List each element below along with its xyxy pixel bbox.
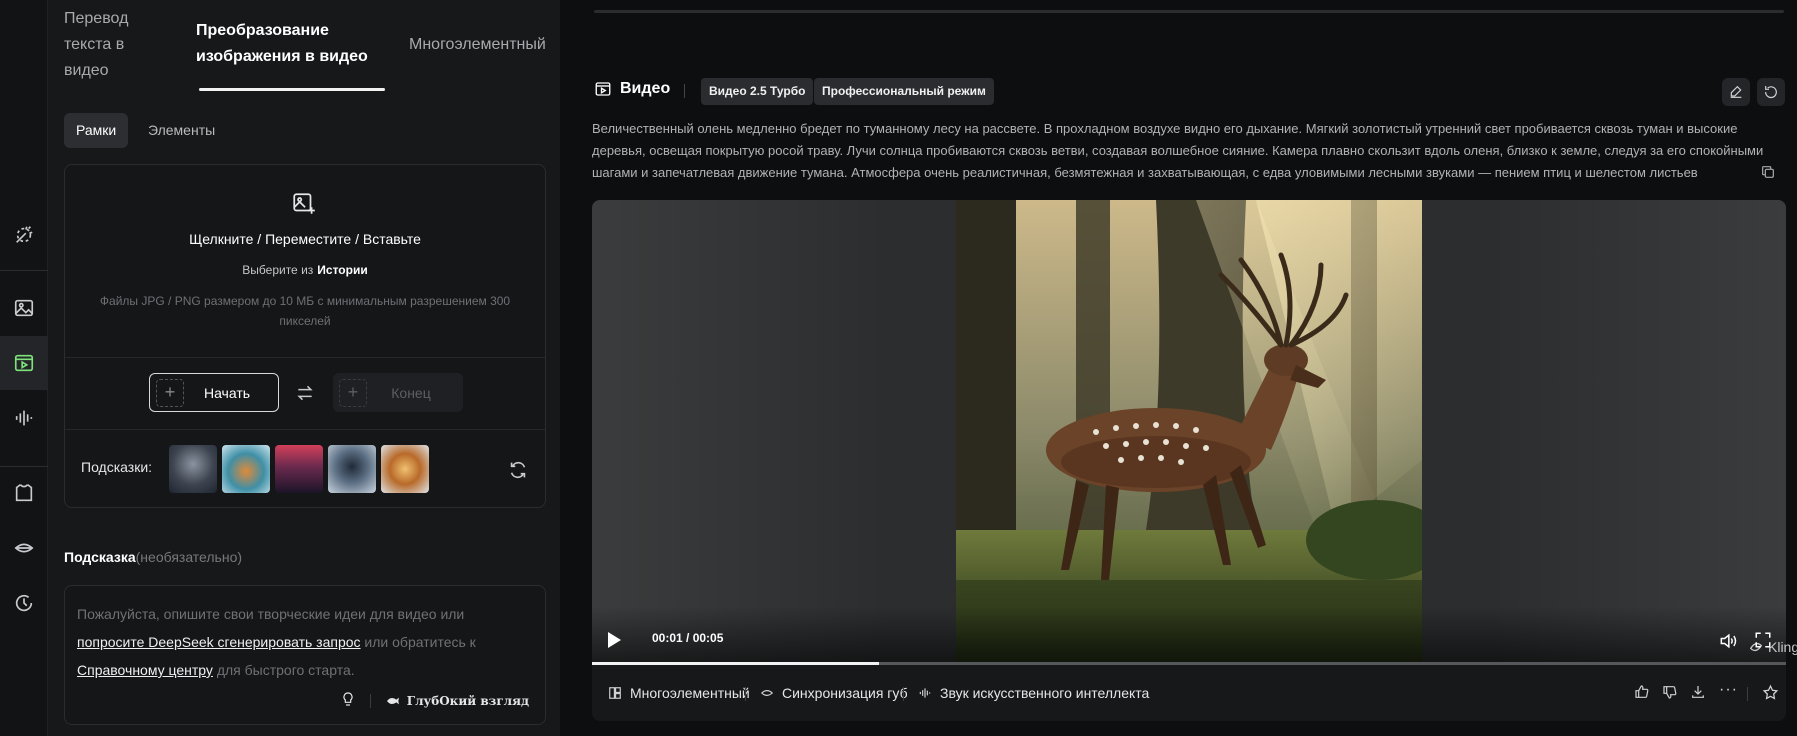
start-frame-label: Начать bbox=[203, 384, 251, 401]
video-header: Видео bbox=[594, 80, 670, 98]
model-badge: Видео 2.5 Турбо bbox=[701, 78, 814, 105]
edit-icon[interactable] bbox=[1722, 78, 1750, 106]
hint-thumbnail[interactable] bbox=[381, 445, 429, 493]
upload-file-info: Файлы JPG / PNG размером до 10 МБ с мини… bbox=[99, 294, 511, 328]
upload-dropzone[interactable]: Щелкните / Переместите / Вставьте Выбери… bbox=[65, 165, 545, 357]
thumbs-down-icon[interactable] bbox=[1662, 684, 1678, 705]
deepseek-link[interactable]: попросите DeepSeek сгенерировать запрос bbox=[77, 634, 361, 650]
rail-outfit-icon[interactable] bbox=[0, 466, 48, 520]
upload-instructions: Щелкните / Переместите / Вставьте bbox=[189, 231, 421, 247]
tab-text-to-video[interactable]: Перевод текста в видео bbox=[64, 6, 154, 84]
lip-sync-action[interactable]: Синхронизация губ bbox=[760, 685, 908, 701]
left-rail bbox=[0, 0, 48, 736]
regenerate-icon[interactable] bbox=[1757, 78, 1785, 106]
hint-thumbnail[interactable] bbox=[169, 445, 217, 493]
prompt-title: Подсказка(необязательно) bbox=[64, 549, 242, 565]
watermark-text: KlingAI bbox=[1768, 639, 1797, 655]
multi-element-icon bbox=[609, 687, 621, 699]
ai-sound-action[interactable]: Звук искусственного интеллекта bbox=[918, 685, 1149, 701]
tab-underline bbox=[199, 88, 385, 91]
rail-lips-icon[interactable] bbox=[0, 521, 48, 575]
lip-sync-label: Синхронизация губ bbox=[782, 685, 908, 701]
playback-time: 00:01 / 00:05 bbox=[652, 631, 724, 645]
image-add-icon bbox=[291, 191, 317, 222]
download-icon[interactable] bbox=[1690, 684, 1706, 705]
top-progress-line bbox=[594, 10, 1784, 13]
app-root: Перевод текста в видео Преобразование из… bbox=[0, 0, 1797, 736]
rail-video-icon[interactable] bbox=[0, 336, 48, 390]
choose-from-label: Выберите из bbox=[242, 263, 314, 277]
start-frame-button[interactable]: + Начать bbox=[149, 373, 279, 412]
plus-icon: + bbox=[156, 378, 184, 407]
star-icon[interactable] bbox=[1762, 684, 1779, 706]
volume-icon[interactable] bbox=[1718, 631, 1738, 656]
rail-image-icon[interactable] bbox=[0, 281, 48, 335]
lightbulb-icon[interactable] bbox=[340, 691, 356, 710]
ai-sound-label: Звук искусственного интеллекта bbox=[940, 685, 1150, 701]
hint-thumbnail[interactable] bbox=[222, 445, 270, 493]
main-area: Видео Видео 2.5 Турбо Профессиональный р… bbox=[560, 0, 1797, 736]
more-icon[interactable]: ··· bbox=[1719, 681, 1738, 699]
fullscreen-icon[interactable] bbox=[1754, 631, 1772, 654]
hint-thumbnail[interactable] bbox=[328, 445, 376, 493]
video-title: Видео bbox=[620, 80, 671, 97]
generation-panel: Перевод текста в видео Преобразование из… bbox=[48, 0, 560, 736]
copy-icon[interactable] bbox=[1760, 164, 1776, 185]
deepseek-whale-icon bbox=[386, 697, 399, 704]
subtab-frames[interactable]: Рамки bbox=[64, 113, 129, 148]
deep-look-button[interactable]: ГлубОкий взгляд bbox=[385, 693, 529, 709]
help-center-link[interactable]: Справочному центру bbox=[77, 662, 213, 678]
prompt-placeholder-part: для быстрого старта. bbox=[212, 662, 355, 678]
upload-history-line: Выберите из Истории bbox=[65, 263, 545, 277]
prompt-input[interactable]: Пожалуйста, опишите свои творческие идеи… bbox=[64, 585, 546, 725]
end-frame-button[interactable]: + Конец bbox=[333, 373, 463, 412]
hints-label: Подсказки: bbox=[81, 459, 153, 475]
video-frame bbox=[956, 200, 1422, 662]
video-icon bbox=[595, 82, 611, 96]
play-icon[interactable] bbox=[606, 631, 622, 654]
sound-wave-icon bbox=[919, 688, 931, 698]
prompt-placeholder-part: или обратитесь к bbox=[360, 634, 476, 650]
prompt-footer: ГлубОкий взгляд bbox=[340, 691, 529, 710]
hint-thumbnail[interactable] bbox=[275, 445, 323, 493]
history-link[interactable]: Истории bbox=[317, 263, 367, 277]
rail-magic-icon[interactable] bbox=[0, 208, 48, 262]
plus-icon: + bbox=[339, 378, 367, 407]
prompt-title-text: Подсказка bbox=[64, 549, 136, 565]
video-player[interactable] bbox=[592, 200, 1786, 662]
refresh-icon[interactable] bbox=[507, 459, 529, 486]
prompt-placeholder: Пожалуйста, опишите свои творческие идеи… bbox=[77, 600, 517, 684]
deep-look-label: ГлубОкий взгляд bbox=[406, 693, 529, 708]
subtab-elements[interactable]: Элементы bbox=[136, 113, 227, 148]
upload-card: Щелкните / Переместите / Вставьте Выбери… bbox=[64, 164, 546, 508]
lips-icon bbox=[760, 690, 774, 696]
end-frame-label: Конец bbox=[391, 384, 431, 401]
prompt-optional: (необязательно) bbox=[135, 549, 243, 565]
prompt-placeholder-part: Пожалуйста, опишите свои творческие идеи… bbox=[77, 606, 465, 622]
tab-image-to-video[interactable]: Преобразование изображения в видео bbox=[196, 18, 396, 70]
swap-icon[interactable] bbox=[295, 383, 315, 408]
thumbs-up-icon[interactable] bbox=[1634, 684, 1650, 705]
video-actions-bar: Многоэлементный Синхронизация губ Звук и… bbox=[592, 665, 1786, 721]
prompt-description: Величественный олень медленно бредет по … bbox=[592, 121, 1764, 180]
multi-element-action[interactable]: Многоэлементный bbox=[608, 685, 750, 701]
rail-audio-icon[interactable] bbox=[0, 391, 48, 445]
tab-multi-element[interactable]: Многоэлементный bbox=[409, 32, 546, 58]
multi-element-label: Многоэлементный bbox=[630, 685, 750, 701]
rail-history-icon[interactable] bbox=[0, 576, 48, 630]
mode-badge: Профессиональный режим bbox=[814, 78, 994, 105]
